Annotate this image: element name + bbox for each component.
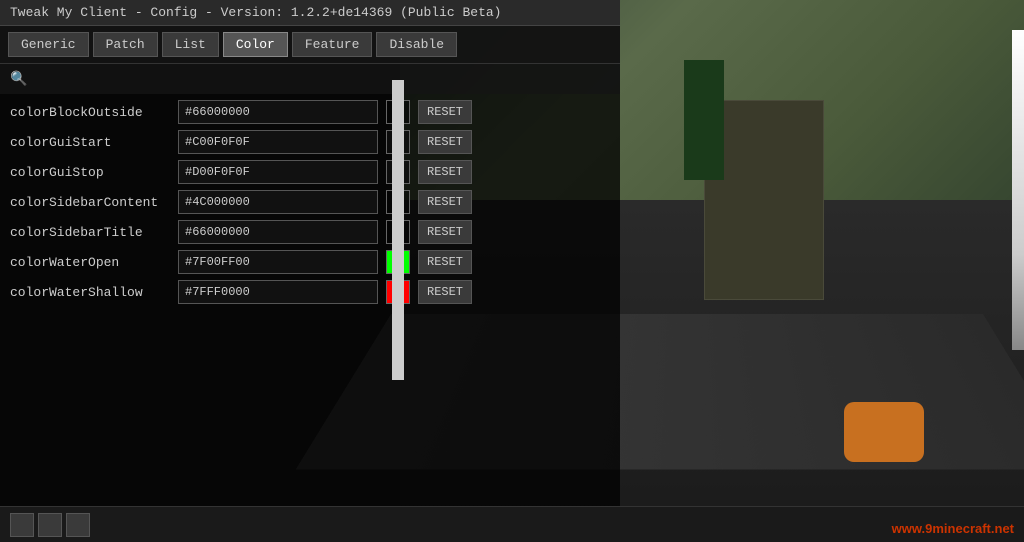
config-label-colorGuiStart: colorGuiStart	[10, 135, 170, 150]
tab-list[interactable]: List	[162, 32, 219, 57]
reset-button-colorSidebarContent[interactable]: RESET	[418, 190, 472, 214]
config-input-colorGuiStart[interactable]	[178, 130, 378, 154]
config-input-colorWaterShallow[interactable]	[178, 280, 378, 304]
config-panel: Tweak My Client - Config - Version: 1.2.…	[0, 0, 620, 542]
bg-light-pillar	[1012, 30, 1024, 350]
config-input-colorWaterOpen[interactable]	[178, 250, 378, 274]
scrollbar[interactable]	[392, 80, 404, 380]
bg-tree	[684, 60, 724, 180]
config-label-colorSidebarTitle: colorSidebarTitle	[10, 225, 170, 240]
config-label-colorWaterShallow: colorWaterShallow	[10, 285, 170, 300]
bottom-icon-1	[10, 513, 34, 537]
search-icon[interactable]: 🔍	[10, 72, 27, 88]
tab-feature[interactable]: Feature	[292, 32, 373, 57]
reset-button-colorGuiStop[interactable]: RESET	[418, 160, 472, 184]
bottom-icons	[10, 513, 90, 537]
watermark: www.9minecraft.net	[892, 521, 1014, 536]
window-title: Tweak My Client - Config - Version: 1.2.…	[10, 5, 501, 20]
config-area: colorBlockOutside RESET colorGuiStart RESET…	[0, 94, 620, 310]
config-input-colorSidebarContent[interactable]	[178, 190, 378, 214]
tab-bar: Generic Patch List Color Feature Disable	[0, 26, 620, 64]
bg-object	[844, 402, 924, 462]
tab-disable[interactable]: Disable	[376, 32, 457, 57]
bottom-icon-3	[66, 513, 90, 537]
config-row: colorBlockOutside RESET	[10, 98, 610, 126]
config-label-colorGuiStop: colorGuiStop	[10, 165, 170, 180]
config-row: colorGuiStop RESET	[10, 158, 610, 186]
config-label-colorWaterOpen: colorWaterOpen	[10, 255, 170, 270]
config-row: colorWaterShallow RESET	[10, 278, 610, 306]
search-bar: 🔍	[0, 64, 620, 94]
config-row: colorSidebarTitle RESET	[10, 218, 610, 246]
config-row: colorSidebarContent RESET	[10, 188, 610, 216]
reset-button-colorBlockOutside[interactable]: RESET	[418, 100, 472, 124]
config-label-colorBlockOutside: colorBlockOutside	[10, 105, 170, 120]
tab-patch[interactable]: Patch	[93, 32, 158, 57]
tab-color[interactable]: Color	[223, 32, 288, 57]
config-input-colorGuiStop[interactable]	[178, 160, 378, 184]
reset-button-colorWaterShallow[interactable]: RESET	[418, 280, 472, 304]
reset-button-colorWaterOpen[interactable]: RESET	[418, 250, 472, 274]
config-input-colorSidebarTitle[interactable]	[178, 220, 378, 244]
config-input-colorBlockOutside[interactable]	[178, 100, 378, 124]
title-bar: Tweak My Client - Config - Version: 1.2.…	[0, 0, 620, 26]
reset-button-colorGuiStart[interactable]: RESET	[418, 130, 472, 154]
config-label-colorSidebarContent: colorSidebarContent	[10, 195, 170, 210]
reset-button-colorSidebarTitle[interactable]: RESET	[418, 220, 472, 244]
bottom-icon-2	[38, 513, 62, 537]
config-row: colorWaterOpen RESET	[10, 248, 610, 276]
config-row: colorGuiStart RESET	[10, 128, 610, 156]
bottom-bar	[0, 506, 1024, 542]
tab-generic[interactable]: Generic	[8, 32, 89, 57]
